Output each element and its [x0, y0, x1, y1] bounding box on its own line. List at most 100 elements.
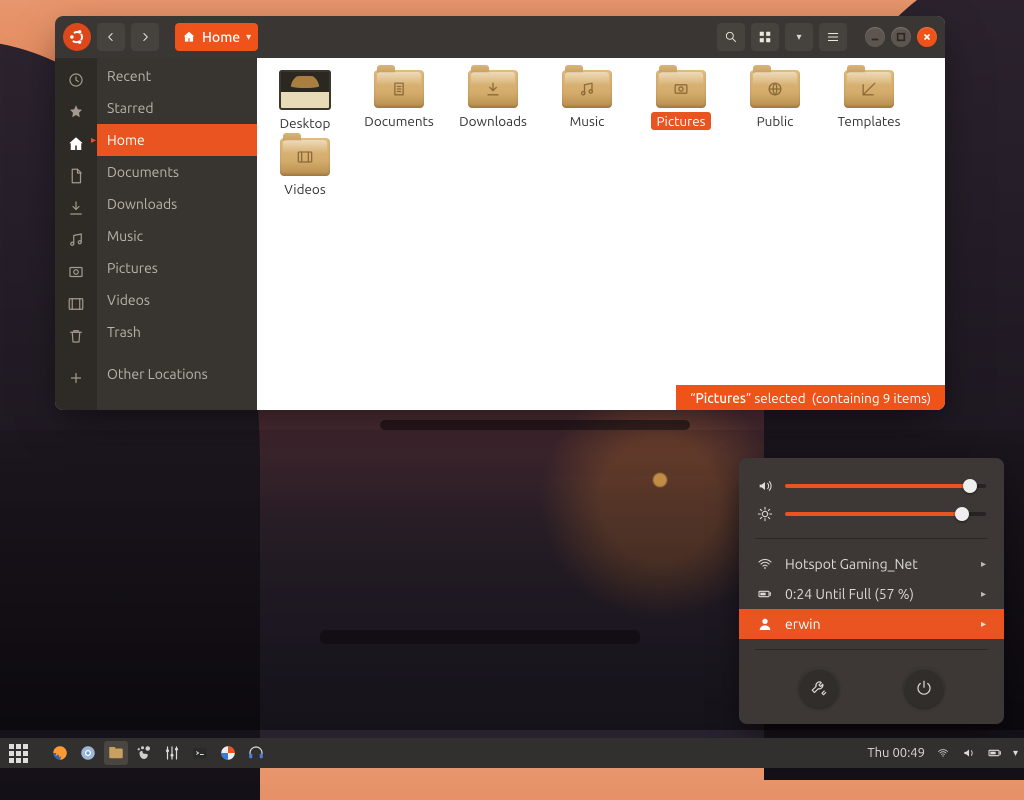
path-label: Home [202, 29, 240, 45]
power-icon [915, 679, 933, 697]
sidebar-item-documents[interactable]: Documents [97, 156, 257, 188]
file-item[interactable]: Pictures [641, 70, 721, 132]
chevron-down-icon[interactable]: ▾ [1013, 747, 1018, 759]
folder-icon [750, 70, 800, 108]
sidebar-strip-download[interactable] [66, 198, 86, 218]
sidebar-item-label: Home [107, 132, 145, 148]
taskbar-app-chromium[interactable] [76, 741, 100, 765]
volume-icon [757, 478, 773, 494]
desktop-icon [279, 70, 331, 110]
taskbar-app-firefox[interactable] [48, 741, 72, 765]
wifi-icon [757, 556, 773, 572]
taskbar-app-terminal[interactable] [188, 741, 212, 765]
taskbar-app-files[interactable] [104, 741, 128, 765]
status-detail: (containing 9 items) [812, 390, 931, 406]
folder-icon [562, 70, 612, 108]
file-item[interactable]: Downloads [453, 70, 533, 132]
sidebar-item-label: Other Locations [107, 366, 208, 382]
apps-button[interactable] [6, 741, 30, 765]
sidebar-strip-recent[interactable] [66, 70, 86, 90]
taskbar-app-headset[interactable] [244, 741, 268, 765]
taskbar-app-media[interactable] [216, 741, 240, 765]
file-label: Templates [833, 112, 906, 130]
sidebar-item-trash[interactable]: Trash [97, 316, 257, 348]
menu-separator [755, 538, 988, 539]
clock-label[interactable]: Thu 00:49 [867, 746, 925, 760]
sidebar-strip-doc[interactable] [66, 166, 86, 186]
battery-icon[interactable] [987, 745, 1003, 761]
file-item[interactable]: Templates [829, 70, 909, 132]
folder-icon [374, 70, 424, 108]
status-bar: “Pictures” selected (containing 9 items) [676, 385, 945, 410]
sidebar-item-other[interactable]: Other Locations [97, 358, 257, 390]
path-button[interactable]: Home ▾ [175, 23, 258, 51]
menu-actions [739, 660, 1004, 708]
sidebar-strip-add[interactable] [66, 368, 86, 388]
menu-label: 0:24 Until Full (57 %) [785, 586, 914, 602]
brightness-slider[interactable] [785, 512, 986, 516]
file-item[interactable]: Music [547, 70, 627, 132]
power-button[interactable] [904, 668, 944, 708]
settings-button[interactable] [799, 668, 839, 708]
wifi-icon[interactable] [935, 747, 951, 759]
sidebar-item-downloads[interactable]: Downloads [97, 188, 257, 220]
view-options-button[interactable]: ▾ [785, 23, 813, 51]
sidebar-item-pictures[interactable]: Pictures [97, 252, 257, 284]
sidebar: Recent Starred ▸Home Documents Downloads… [97, 58, 257, 410]
window-minimize-button[interactable] [865, 27, 885, 47]
sidebar-item-label: Recent [107, 68, 151, 84]
menu-row-user[interactable]: erwin ▸ [739, 609, 1004, 639]
hamburger-menu-button[interactable] [819, 23, 847, 51]
folder-icon [656, 70, 706, 108]
view-grid-button[interactable] [751, 23, 779, 51]
volume-icon[interactable] [961, 746, 977, 760]
file-item[interactable]: Public [735, 70, 815, 132]
status-selected: Pictures [696, 390, 746, 406]
sidebar-item-starred[interactable]: Starred [97, 92, 257, 124]
window-maximize-button[interactable] [891, 27, 911, 47]
firefox-icon [51, 744, 69, 762]
file-item[interactable]: Desktop [265, 70, 345, 132]
taskbar: Thu 00:49 ▾ [0, 738, 1024, 768]
menu-row-wifi[interactable]: Hotspot Gaming_Net ▸ [739, 549, 1004, 579]
sidebar-strip-music[interactable] [66, 230, 86, 250]
window-close-button[interactable] [917, 27, 937, 47]
nav-back-button[interactable] [97, 23, 125, 51]
file-manager-window: Home ▾ ▾ [55, 16, 945, 410]
file-grid-area[interactable]: DesktopDocumentsDownloadsMusic Pictures Pu… [257, 58, 945, 410]
user-icon [757, 616, 773, 632]
volume-slider[interactable] [785, 484, 986, 488]
sidebar-item-label: Videos [107, 292, 150, 308]
sliders-icon [163, 744, 181, 762]
file-label: Pictures [651, 112, 710, 130]
sidebar-item-videos[interactable]: Videos [97, 284, 257, 316]
menu-row-battery[interactable]: 0:24 Until Full (57 %) ▸ [739, 579, 1004, 609]
taskbar-app-tweaks[interactable] [160, 741, 184, 765]
sidebar-strip-videos[interactable] [66, 294, 86, 314]
sidebar-strip-pictures[interactable] [66, 262, 86, 282]
chevron-right-icon: ▸ [981, 558, 986, 570]
sidebar-item-home[interactable]: ▸Home [97, 124, 257, 156]
ubuntu-logo-icon[interactable] [63, 23, 91, 51]
wallpaper-boat-far [380, 420, 690, 430]
hamburger-icon [826, 30, 840, 44]
battery-icon [757, 586, 773, 602]
search-button[interactable] [717, 23, 745, 51]
nav-forward-button[interactable] [131, 23, 159, 51]
sidebar-item-music[interactable]: Music [97, 220, 257, 252]
home-icon [182, 30, 196, 44]
arrow-left-icon [104, 30, 118, 44]
sidebar-strip-starred[interactable] [66, 102, 86, 122]
file-item[interactable]: Videos [265, 138, 345, 198]
chevron-right-icon: ▸ [981, 618, 986, 630]
brightness-icon [757, 506, 773, 522]
taskbar-app-gnome[interactable] [132, 741, 156, 765]
file-label: Videos [279, 180, 330, 198]
sidebar-strip-trash[interactable] [66, 326, 86, 346]
wrench-icon [810, 679, 828, 697]
menu-label: erwin [785, 616, 821, 632]
file-item[interactable]: Documents [359, 70, 439, 132]
wallpaper-boat-near [320, 630, 640, 644]
sidebar-item-recent[interactable]: Recent [97, 60, 257, 92]
sidebar-strip-home[interactable] [66, 134, 86, 154]
